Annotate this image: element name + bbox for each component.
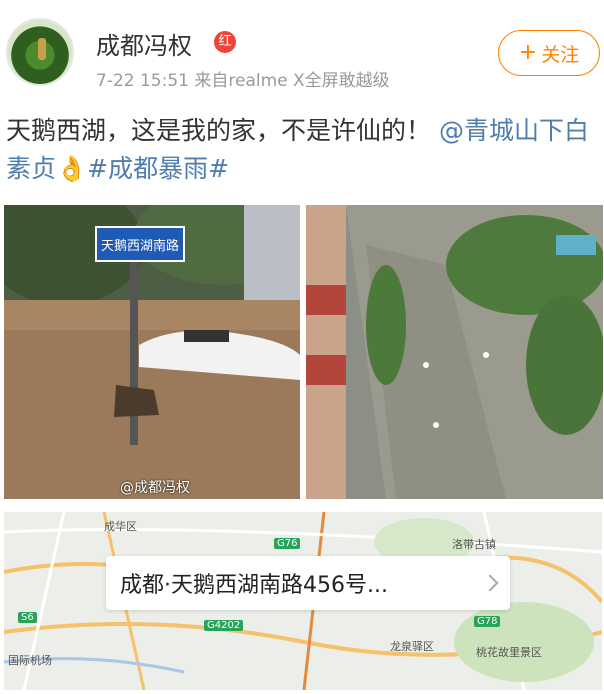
source-device[interactable]: realme X全屏敢越级 [228, 71, 389, 91]
photo-watermark: @成都冯权 [120, 480, 190, 496]
map-tag-g78: G78 [474, 616, 501, 627]
photo-flooded-street[interactable]: 天鹅西湖南路 @成都冯权 [4, 205, 300, 499]
flooded-street-image: 天鹅西湖南路 [4, 205, 300, 499]
map-label-area: 成华区 [104, 520, 137, 533]
map-tag-g4202: G4202 [204, 620, 244, 631]
map-label-district: 龙泉驿区 [390, 640, 434, 653]
location-map[interactable]: 国际机场 桃花故里景区 龙泉驿区 洛带古镇 成华区 G4202 S6 G76 G… [4, 512, 602, 690]
vip-badge-icon: 红 [214, 31, 236, 53]
post-body: 天鹅西湖，这是我的家，不是许仙的！ [6, 116, 432, 145]
street-sign-text: 天鹅西湖南路 [101, 238, 179, 254]
chevron-right-icon [481, 574, 499, 592]
emoji: 👌 [56, 154, 88, 183]
map-label-scenic: 桃花故里景区 [476, 646, 542, 659]
follow-label: 关注 [541, 43, 580, 66]
photo-aerial-flood[interactable] [306, 205, 603, 499]
address-card[interactable]: 成都·天鹅西湖南路456号... [106, 556, 510, 610]
map-tag-g76: G76 [274, 538, 301, 549]
timestamp: 7-22 15:51 [96, 71, 189, 91]
map-tag-s6: S6 [18, 612, 37, 623]
map-label-town: 洛带古镇 [452, 538, 496, 551]
post-text: 天鹅西湖，这是我的家，不是许仙的！ @青城山下白素贞👌#成都暴雨# [6, 112, 598, 188]
address-text: 成都·天鹅西湖南路456号... [120, 573, 388, 598]
source-prefix: 来自 [194, 71, 229, 91]
map-label-airport: 国际机场 [8, 654, 52, 667]
aerial-flood-image [306, 205, 603, 499]
username[interactable]: 成都冯权 [96, 26, 192, 61]
hashtag-link[interactable]: #成都暴雨# [87, 154, 229, 183]
avatar[interactable] [6, 18, 74, 86]
plus-icon: + [518, 40, 538, 65]
follow-button[interactable]: + 关注 [498, 30, 600, 76]
post-meta: 7-22 15:51 来自realme X全屏敢越级 [96, 66, 390, 91]
avatar-figure [38, 38, 46, 60]
